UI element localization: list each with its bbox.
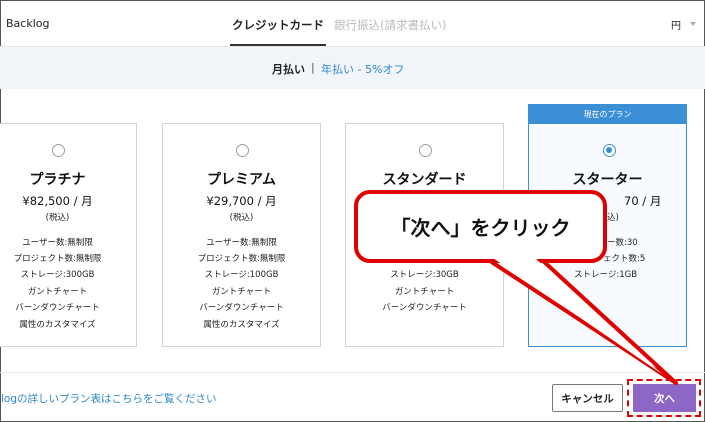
plan-feature: バーンダウンチャート: [199, 303, 284, 313]
plan-card-premium[interactable]: プレミアム ¥29,700 / 月 (税込) ユーザー数:無制限 プロジェクト数…: [162, 123, 321, 347]
plan-tax-note: (税込): [45, 213, 70, 223]
plan-feature: ストレージ:1GB: [574, 270, 638, 280]
plan-name: プラチナ: [29, 172, 86, 188]
callout-text: 「次へ」をクリック: [390, 216, 571, 240]
tab-credit-card[interactable]: クレジットカード: [230, 17, 326, 46]
plan-feature: ガントチャート: [27, 287, 88, 297]
app-brand: Backlog: [6, 17, 50, 30]
plan-comparison-link[interactable]: logの詳しいプラン表はこちらをご覧ください: [1, 391, 217, 406]
plan-feature: 属性のカスタマイズ: [19, 320, 96, 330]
plan-feature: プロジェクト数:無制限: [13, 254, 102, 264]
plan-feature: ストレージ:100GB: [204, 270, 279, 280]
plan-name: スタンダード: [382, 172, 467, 188]
plan-radio[interactable]: [419, 144, 432, 157]
instruction-callout: 「次へ」をクリック: [354, 190, 607, 263]
chevron-down-icon[interactable]: [690, 22, 696, 26]
plan-name: スターター: [572, 172, 643, 188]
plan-feature: ガントチャート: [394, 287, 455, 297]
plan-feature: 属性のカスタマイズ: [203, 320, 280, 330]
next-button-highlight: [627, 379, 701, 417]
plan-feature: ガントチャート: [211, 287, 272, 297]
plan-price: ¥82,500 / 月: [22, 194, 93, 208]
plan-radio[interactable]: [52, 144, 65, 157]
plan-radio[interactable]: [236, 144, 249, 157]
plan-feature: ユーザー数:無制限: [22, 238, 93, 248]
plan-price: ¥29,700 / 月: [206, 194, 277, 208]
billing-monthly[interactable]: 月払い: [272, 61, 305, 77]
billing-yearly-link[interactable]: 年払い - 5%オフ: [321, 61, 404, 77]
plan-tax-note: (税込): [229, 213, 254, 223]
plan-card-platinum[interactable]: プラチナ ¥82,500 / 月 (税込) ユーザー数:無制限 プロジェクト数:…: [0, 123, 137, 347]
plan-feature: ストレージ:300GB: [20, 270, 95, 280]
plan-radio-selected[interactable]: [603, 144, 616, 157]
plan-feature: ストレージ:30GB: [390, 270, 459, 280]
plan-name: プレミアム: [206, 172, 277, 188]
billing-separator: |: [311, 61, 315, 74]
plan-feature: バーンダウンチャート: [15, 303, 100, 313]
plan-feature: プロジェクト数:無制限: [197, 254, 286, 264]
plan-feature: ユーザー数:無制限: [206, 238, 277, 248]
currency-select[interactable]: 円: [671, 17, 681, 32]
cancel-button[interactable]: キャンセル: [552, 384, 623, 412]
footer-divider: [0, 372, 705, 373]
tab-bank-transfer[interactable]: 銀行振込(請求書払い): [334, 17, 446, 33]
current-plan-badge: 現在のプラン: [529, 105, 686, 124]
plan-feature: バーンダウンチャート: [382, 303, 467, 313]
